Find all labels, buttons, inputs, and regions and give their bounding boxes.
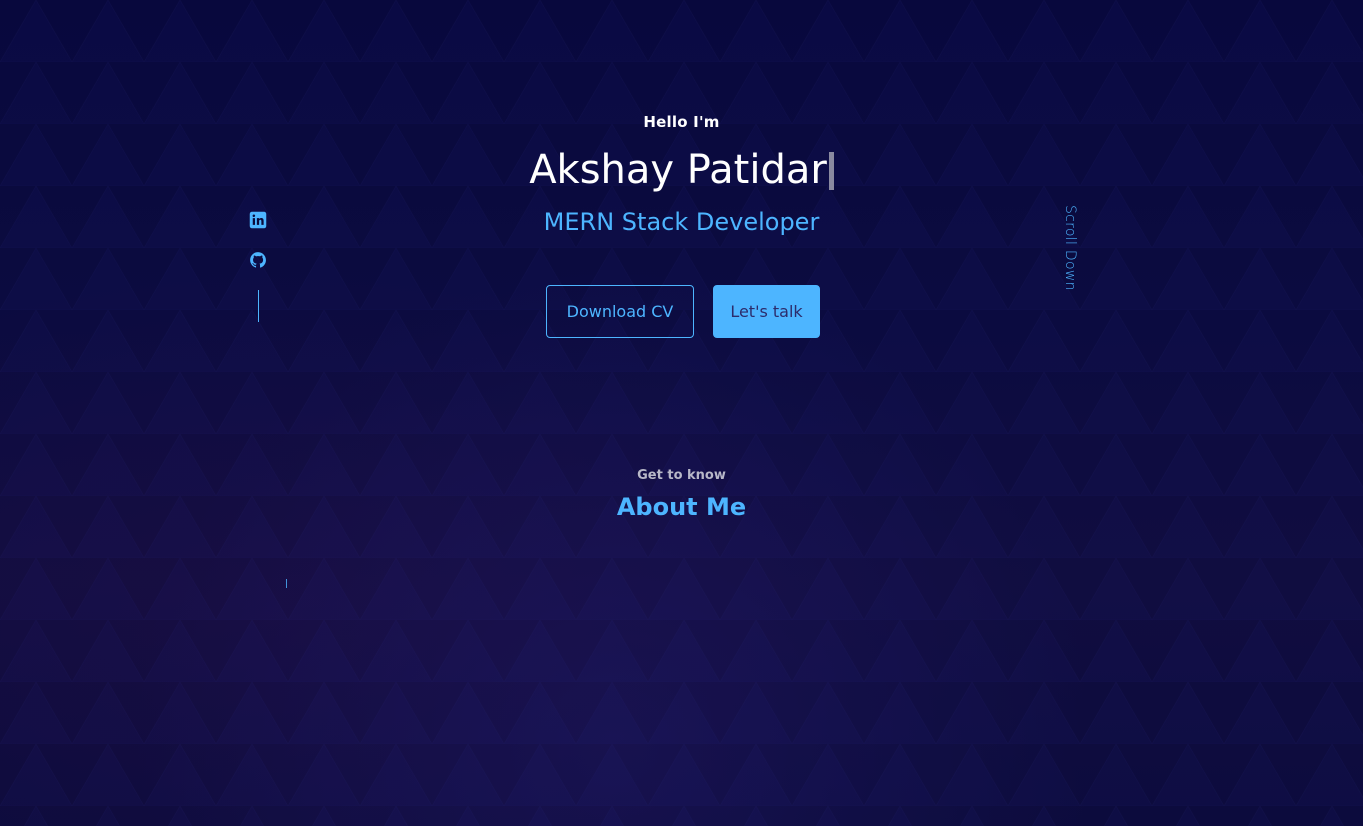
developer-role: MERN Stack Developer xyxy=(543,208,820,236)
linkedin-link[interactable] xyxy=(249,211,269,231)
decorative-mark xyxy=(286,579,287,588)
developer-name: Akshay Patidar xyxy=(0,144,1363,196)
download-cv-button[interactable]: Download CV xyxy=(546,285,694,338)
about-title: About Me xyxy=(616,493,747,521)
github-link[interactable] xyxy=(249,251,269,271)
lets-talk-button[interactable]: Let's talk xyxy=(713,285,820,338)
greeting-text: Hello I'm xyxy=(643,113,720,131)
linkedin-icon xyxy=(249,211,267,229)
social-links xyxy=(249,211,269,291)
typing-cursor xyxy=(828,152,834,190)
social-divider-line xyxy=(258,290,259,322)
about-subtitle: Get to know xyxy=(637,468,726,483)
name-text: Akshay Patidar xyxy=(529,147,827,193)
github-icon xyxy=(250,252,266,268)
scroll-down-link[interactable]: Scroll Down xyxy=(1062,205,1078,291)
